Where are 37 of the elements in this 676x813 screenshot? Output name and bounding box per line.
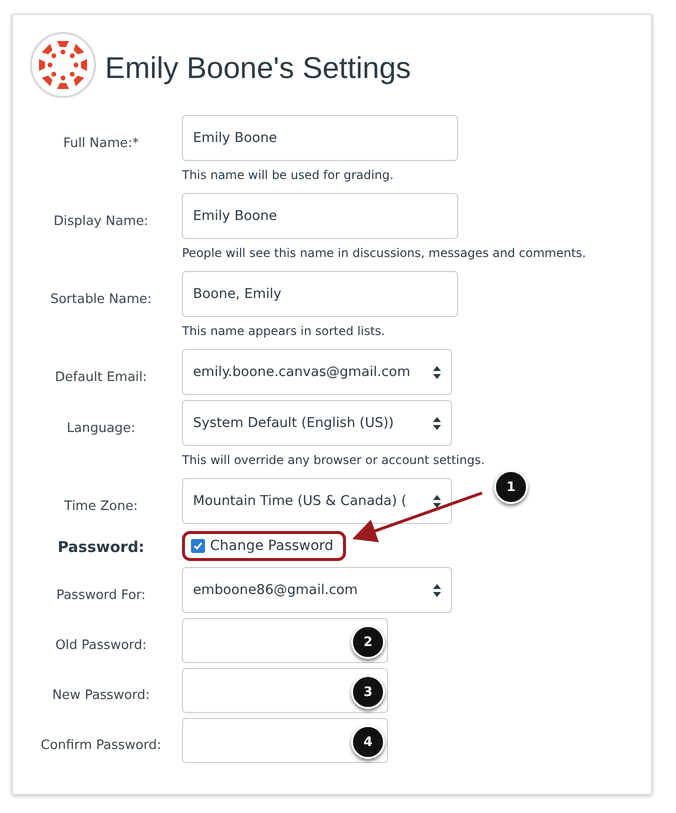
field-label: Confirm Password: — [40, 737, 162, 753]
logo-icon — [30, 32, 96, 98]
help-text: This name appears in sorted lists. — [182, 324, 386, 338]
callout-badge: 1 — [494, 470, 528, 504]
sort-caret-icon — [433, 366, 441, 378]
select-field[interactable]: Mountain Time (US & Canada) ( — [182, 478, 452, 524]
field-label: Sortable Name: — [49, 290, 153, 306]
sort-caret-icon — [433, 584, 441, 596]
help-text: This name will be used for grading. — [182, 168, 395, 182]
field-label: Full Name:* — [62, 134, 140, 150]
password-field[interactable]: 3 — [182, 668, 388, 713]
callout-badge: 3 — [351, 675, 385, 709]
field-label: Old Password: — [54, 637, 148, 653]
field-label: New Password: — [51, 687, 151, 703]
help-text: People will see this name in discussions, messages and comments. — [182, 246, 587, 260]
callout-badge: 4 — [351, 725, 385, 759]
field-label: Password For: — [55, 586, 147, 602]
field-label: Language: — [66, 420, 136, 436]
field-label: Time Zone: — [63, 498, 139, 514]
select-field[interactable]: System Default (English (US)) — [182, 400, 452, 446]
field-label: Password: — [56, 538, 146, 556]
callout-badge: 2 — [351, 625, 385, 659]
text-field[interactable]: Emily Boone — [182, 193, 458, 239]
select-field[interactable]: emboone86@gmail.com — [182, 567, 452, 613]
select-field[interactable]: emily.boone.canvas@gmail.com — [182, 349, 452, 395]
checkbox[interactable] — [191, 539, 205, 553]
field-label: Default Email: — [54, 368, 148, 384]
page-title: Emily Boone's Settings — [105, 52, 411, 86]
password-field[interactable]: 2 — [182, 618, 388, 663]
text-field[interactable]: Emily Boone — [182, 115, 458, 161]
sort-caret-icon — [433, 494, 441, 508]
password-field[interactable]: 4 — [182, 718, 388, 763]
checkbox-label: Change Password — [210, 538, 334, 554]
field-label: Display Name: — [52, 212, 150, 228]
help-text: This will override any browser or account settings. — [182, 453, 486, 467]
text-field[interactable]: Boone, Emily — [182, 271, 458, 317]
sort-caret-icon — [433, 416, 441, 430]
